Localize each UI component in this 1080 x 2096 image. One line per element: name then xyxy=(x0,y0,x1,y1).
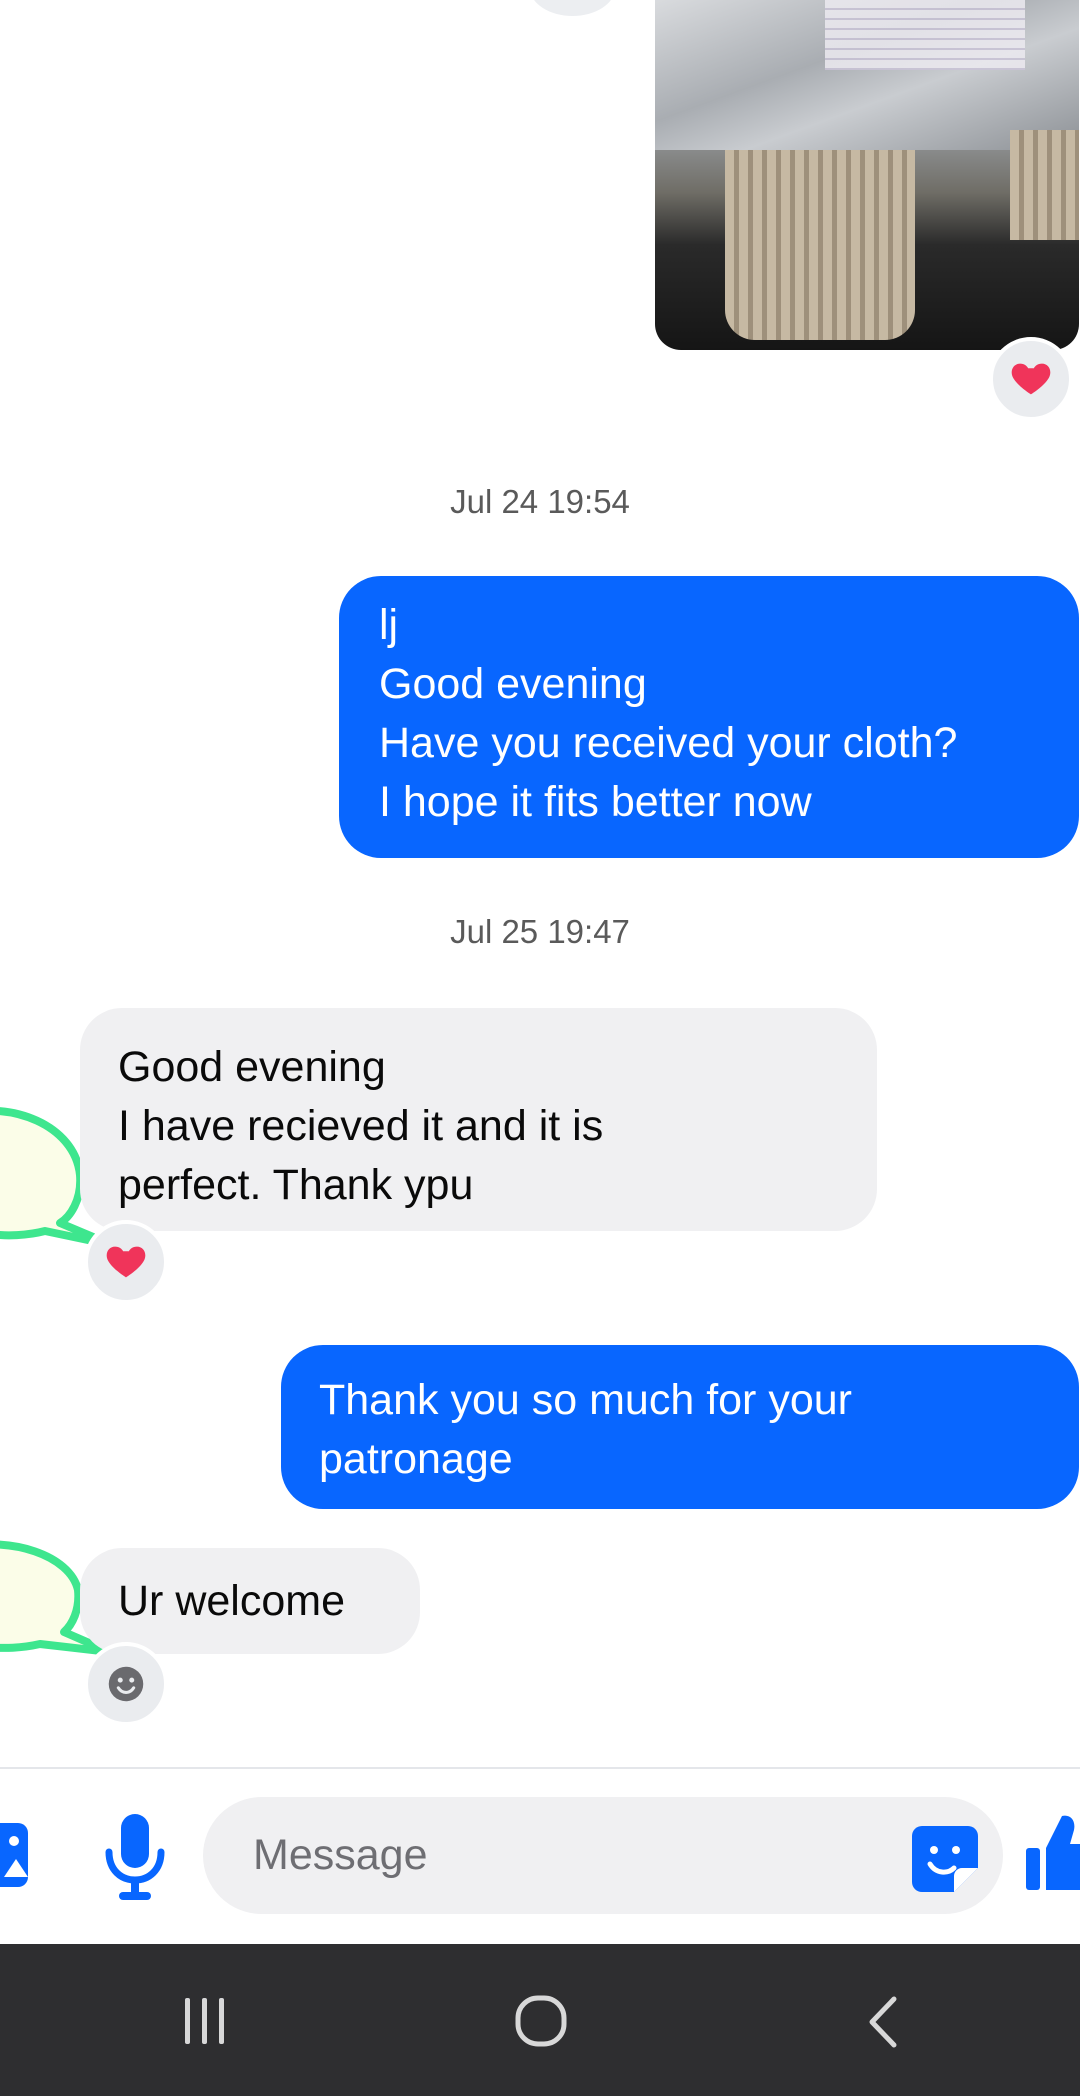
incoming-reaction[interactable] xyxy=(84,1642,168,1726)
outgoing-message[interactable]: lj Good evening Have you received your c… xyxy=(339,576,1079,858)
outgoing-message[interactable]: Thank you so much for your patronage xyxy=(281,1345,1079,1509)
avatar-peek xyxy=(530,0,615,16)
heart-icon xyxy=(106,1246,146,1278)
sticker-icon[interactable] xyxy=(910,1824,980,1894)
incoming-heart-reaction[interactable] xyxy=(84,1220,168,1304)
recent-apps-icon[interactable] xyxy=(181,1998,229,2044)
smiley-icon xyxy=(108,1666,144,1702)
photo-heart-reaction[interactable] xyxy=(989,337,1073,421)
microphone-icon[interactable] xyxy=(104,1812,166,1904)
incoming-message[interactable]: Good evening I have recieved it and it i… xyxy=(80,1008,877,1231)
back-icon[interactable] xyxy=(864,1995,900,2049)
timestamp: Jul 24 19:54 xyxy=(450,483,630,520)
photo-message[interactable] xyxy=(655,0,1079,350)
timestamp: Jul 25 19:47 xyxy=(450,913,630,950)
photo-cup-2 xyxy=(1010,130,1079,240)
thumbs-up-icon[interactable] xyxy=(1026,1812,1080,1894)
photo-label-area xyxy=(825,0,1025,70)
message-input[interactable]: Message xyxy=(203,1797,1003,1914)
gallery-icon[interactable] xyxy=(0,1819,32,1891)
photo-cup xyxy=(725,150,915,340)
home-icon[interactable] xyxy=(515,1995,567,2047)
incoming-message[interactable]: Ur welcome xyxy=(80,1548,420,1654)
heart-icon xyxy=(1011,363,1051,395)
